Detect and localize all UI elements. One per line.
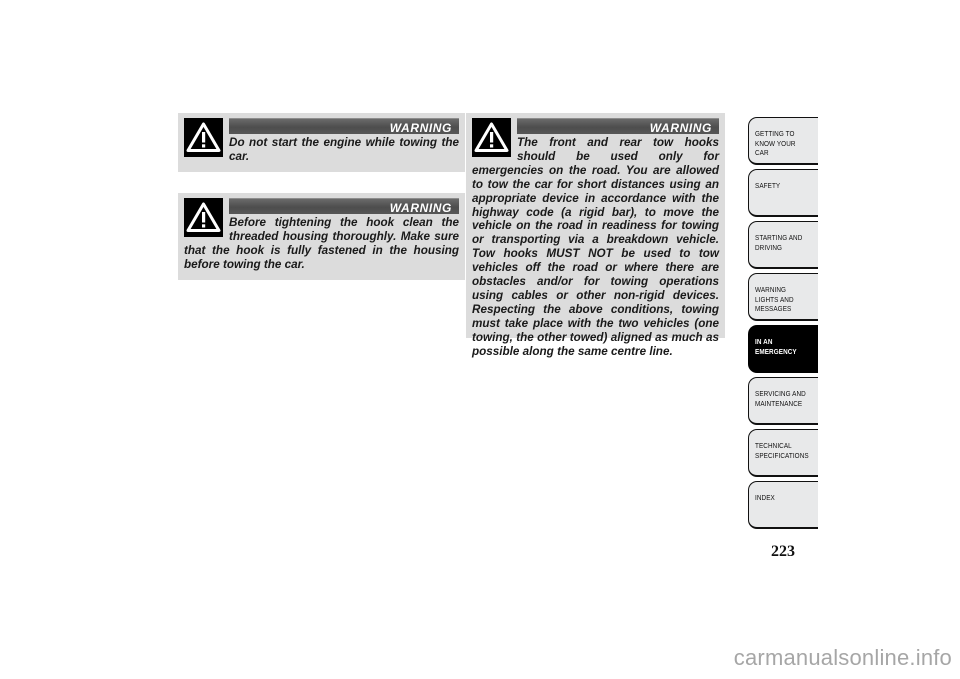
tab-label: WARNING LIGHTS AND MESSAGES: [755, 285, 794, 314]
sidebar-item-safety[interactable]: SAFETY: [748, 169, 818, 217]
warning-body: Do not start the engine while towing the…: [184, 136, 459, 164]
sidebar-item-technical-specifications[interactable]: TECHNICAL SPECIFICATIONS: [748, 429, 818, 477]
tab-label: GETTING TO KNOW YOUR CAR: [755, 129, 796, 158]
tab-label: IN AN EMERGENCY: [755, 337, 797, 356]
warning-body: The front and rear tow hooks should be u…: [472, 136, 719, 359]
warning-body: Before tightening the hook clean the thr…: [184, 216, 459, 272]
warning-triangle-icon: [184, 118, 223, 157]
warning-title: WARNING: [389, 121, 452, 135]
tab-label: SAFETY: [755, 181, 781, 190]
tab-label: TECHNICAL SPECIFICATIONS: [755, 441, 809, 460]
page-number: 223: [771, 543, 795, 560]
sidebar-item-in-an-emergency[interactable]: IN AN EMERGENCY: [748, 325, 818, 373]
sidebar-item-index[interactable]: INDEX: [748, 481, 818, 529]
warning-title: WARNING: [389, 201, 452, 215]
watermark: carmanualsonline.info: [733, 645, 952, 670]
section-tabs: GETTING TO KNOW YOUR CAR SAFETY STARTING…: [748, 117, 818, 533]
warning-header: WARNING: [472, 118, 719, 157]
warning-box-towing-engine: WARNING Do not start the engine while to…: [178, 113, 465, 172]
warning-title-bar: WARNING: [517, 118, 719, 135]
warning-box-hook-tightening: WARNING Before tightening the hook clean…: [178, 193, 465, 280]
sidebar-item-servicing-and-maintenance[interactable]: SERVICING AND MAINTENANCE: [748, 377, 818, 425]
warning-title-bar: WARNING: [229, 118, 459, 135]
sidebar-item-warning-lights-and-messages[interactable]: WARNING LIGHTS AND MESSAGES: [748, 273, 818, 321]
warning-text: The front and rear tow hooks should be u…: [472, 136, 719, 358]
warning-triangle-icon: [184, 198, 223, 237]
warning-box-tow-hooks-use: WARNING The front and rear tow hooks sho…: [466, 113, 725, 358]
tab-label: SERVICING AND MAINTENANCE: [755, 389, 806, 408]
warning-title-bar: WARNING: [229, 198, 459, 215]
warning-title: WARNING: [649, 121, 712, 135]
sidebar-item-starting-and-driving[interactable]: STARTING AND DRIVING: [748, 221, 818, 269]
manual-page: WARNING Do not start the engine while to…: [0, 0, 960, 679]
warning-header: WARNING: [184, 198, 459, 237]
tab-label: INDEX: [755, 493, 775, 502]
warning-triangle-icon: [472, 118, 511, 157]
warning-header: WARNING: [184, 118, 459, 157]
sidebar-item-getting-to-know-your-car[interactable]: GETTING TO KNOW YOUR CAR: [748, 117, 818, 165]
tab-label: STARTING AND DRIVING: [755, 233, 803, 252]
